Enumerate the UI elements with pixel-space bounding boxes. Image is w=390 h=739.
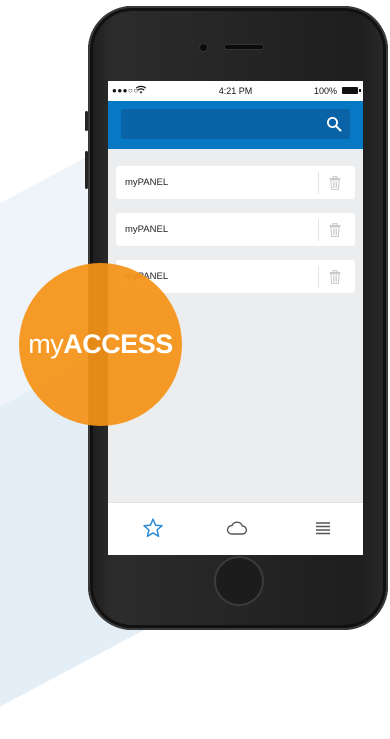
earpiece-speaker	[225, 45, 263, 49]
divider	[318, 219, 319, 241]
list-item[interactable]: myPANEL	[116, 166, 355, 199]
status-bar: ●●●○○ 4:21 PM 100%	[108, 81, 363, 101]
divider	[318, 266, 319, 288]
search-input[interactable]	[121, 109, 350, 139]
badge-prefix: my	[28, 329, 63, 360]
battery-percent: 100%	[314, 86, 337, 96]
divider	[318, 172, 319, 194]
trash-icon[interactable]	[329, 270, 341, 284]
panel-list: myPANEL myPANEL	[108, 149, 363, 293]
myaccess-logo-badge: myACCESS	[19, 263, 182, 426]
menu-icon[interactable]	[312, 517, 334, 539]
star-icon[interactable]	[142, 517, 164, 539]
list-item[interactable]: myPANEL	[116, 213, 355, 246]
mute-switch	[85, 111, 88, 131]
tab-bar	[108, 502, 363, 555]
home-button[interactable]	[216, 558, 262, 604]
search-icon[interactable]	[326, 116, 342, 132]
trash-icon[interactable]	[329, 176, 341, 190]
panel-label: myPANEL	[116, 177, 318, 188]
front-camera	[200, 44, 207, 51]
badge-bold-text: ACCESS	[63, 329, 173, 360]
cloud-icon[interactable]	[226, 517, 248, 539]
battery-icon	[342, 87, 358, 94]
volume-up-button	[85, 151, 88, 189]
trash-icon[interactable]	[329, 223, 341, 237]
panel-label: myPANEL	[116, 224, 318, 235]
app-header	[108, 101, 363, 149]
